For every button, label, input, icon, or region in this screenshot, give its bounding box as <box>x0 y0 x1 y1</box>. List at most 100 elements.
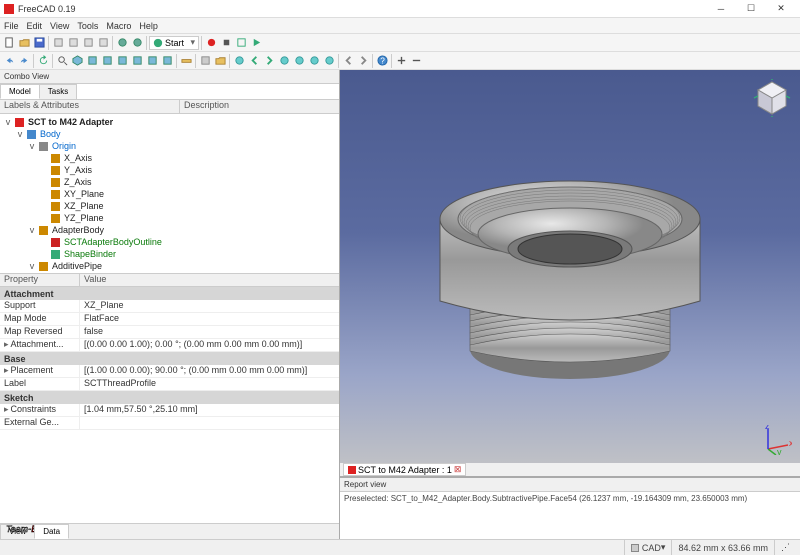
menu-file[interactable]: File <box>4 21 19 31</box>
view-iso-button[interactable] <box>70 54 84 68</box>
tb-f[interactable] <box>130 36 144 50</box>
measure-button[interactable] <box>179 54 193 68</box>
tree-node-shapebinder[interactable]: ShapeBinder <box>0 248 339 260</box>
prop-row-constraints[interactable]: ▸Constraints[1.04 mm,57.50 °,25.10 mm] <box>0 404 339 417</box>
macro-list-button[interactable] <box>234 36 248 50</box>
property-tabs: View Data <box>0 523 339 539</box>
menu-tools[interactable]: Tools <box>77 21 98 31</box>
tab-data[interactable]: Data <box>34 524 69 539</box>
3d-scene[interactable]: x y z <box>340 70 800 463</box>
viewport-tab-doc[interactable]: SCT to M42 Adapter : 1 ⊠ <box>343 463 466 476</box>
tree-col-desc: Description <box>180 100 339 113</box>
view-left-button[interactable] <box>160 54 174 68</box>
viewport-tab-label: SCT to M42 Adapter : 1 <box>358 465 452 475</box>
tab-model[interactable]: Model <box>0 84 40 99</box>
3d-viewport[interactable]: x y z SCT to M42 Adapter : 1 ⊠ <box>340 70 800 477</box>
prop-row-placement[interactable]: ▸Placement[(1.00 0.00 0.00); 90.00 °; (0… <box>0 365 339 378</box>
redo-button[interactable] <box>17 54 31 68</box>
new-doc-button[interactable] <box>2 36 16 50</box>
doc-icon <box>348 466 356 474</box>
nav-back-button[interactable] <box>247 54 261 68</box>
property-grid[interactable]: AttachmentSupportXZ_PlaneMap ModeFlatFac… <box>0 287 339 523</box>
nav-style[interactable]: CAD ▾ <box>624 540 672 555</box>
svg-text:z: z <box>765 425 770 431</box>
open-button[interactable] <box>17 36 31 50</box>
tree-node-additivepipe[interactable]: vAdditivePipe <box>0 260 339 272</box>
tb-b[interactable] <box>66 36 80 50</box>
prop-row-support[interactable]: SupportXZ_Plane <box>0 300 339 313</box>
view-top-button[interactable] <box>100 54 114 68</box>
close-button[interactable]: ✕ <box>766 0 796 18</box>
plus-button[interactable] <box>394 54 408 68</box>
group-button[interactable] <box>213 54 227 68</box>
svg-text:y: y <box>777 447 782 455</box>
macro-stop-button[interactable] <box>219 36 233 50</box>
prop-row-label[interactable]: LabelSCTThreadProfile <box>0 378 339 391</box>
prop-row-external-ge-[interactable]: External Ge... <box>0 417 339 430</box>
menu-macro[interactable]: Macro <box>106 21 131 31</box>
tree-node-xz-plane[interactable]: XZ_Plane <box>0 200 339 212</box>
tree-node-sctadapterbodyoutline[interactable]: SCTAdapterBodyOutline <box>0 236 339 248</box>
close-tab-icon[interactable]: ⊠ <box>454 464 462 475</box>
tree-node-sct-to-m42-adapter[interactable]: vSCT to M42 Adapter <box>0 116 339 128</box>
status-dimensions: 84.62 mm x 63.66 mm <box>671 540 774 555</box>
tree-node-yz-plane[interactable]: YZ_Plane <box>0 212 339 224</box>
menu-view[interactable]: View <box>50 21 69 31</box>
link-a-button[interactable] <box>277 54 291 68</box>
tree-node-y-axis[interactable]: Y_Axis <box>0 164 339 176</box>
prop-row-map-mode[interactable]: Map ModeFlatFace <box>0 313 339 326</box>
tb-a[interactable] <box>51 36 65 50</box>
tab-view[interactable]: View <box>0 524 35 539</box>
fit-all-button[interactable] <box>55 54 69 68</box>
svg-text:x: x <box>789 438 792 448</box>
view-bottom-button[interactable] <box>145 54 159 68</box>
prop-row-map-reversed[interactable]: Map Reversedfalse <box>0 326 339 339</box>
tree-header: Labels & Attributes Description <box>0 100 339 114</box>
sel-fwd-button[interactable] <box>356 54 370 68</box>
tb-d[interactable] <box>96 36 110 50</box>
report-view-content[interactable]: Preselected: SCT_to_M42_Adapter.Body.Sub… <box>340 492 800 539</box>
sel-back-button[interactable] <box>341 54 355 68</box>
prop-section-sketch: Sketch <box>0 391 339 404</box>
navigation-cube[interactable] <box>752 78 792 118</box>
tb-c[interactable] <box>81 36 95 50</box>
link-d-button[interactable] <box>322 54 336 68</box>
minus-button[interactable] <box>409 54 423 68</box>
refresh-button[interactable] <box>36 54 50 68</box>
workbench-label: Start <box>165 38 184 48</box>
macro-play-button[interactable] <box>249 36 263 50</box>
tb-e[interactable] <box>115 36 129 50</box>
tree-node-z-axis[interactable]: Z_Axis <box>0 176 339 188</box>
main-area: Combo View Model Tasks Labels & Attribut… <box>0 70 800 539</box>
start-icon <box>153 38 163 48</box>
tree-node-xy-plane[interactable]: XY_Plane <box>0 188 339 200</box>
model-tree[interactable]: vSCT to M42 AdaptervBodyvOriginX_AxisY_A… <box>0 114 339 274</box>
viewport-tabs: SCT to M42 Adapter : 1 ⊠ <box>340 463 800 477</box>
part-button[interactable] <box>198 54 212 68</box>
maximize-button[interactable]: ☐ <box>736 0 766 18</box>
workbench-selector[interactable]: Start ▾ <box>149 36 199 50</box>
view-rear-button[interactable] <box>130 54 144 68</box>
link-make-button[interactable] <box>232 54 246 68</box>
status-resize-grip[interactable]: ⋰ <box>774 540 796 555</box>
tree-node-x-axis[interactable]: X_Axis <box>0 152 339 164</box>
prop-row-attachment-[interactable]: ▸Attachment...[(0.00 0.00 1.00); 0.00 °;… <box>0 339 339 352</box>
tree-node-body[interactable]: vBody <box>0 128 339 140</box>
tab-tasks[interactable]: Tasks <box>39 84 77 99</box>
view-front-button[interactable] <box>85 54 99 68</box>
tree-node-adapterbody[interactable]: vAdapterBody <box>0 224 339 236</box>
menu-edit[interactable]: Edit <box>27 21 43 31</box>
tree-node-origin[interactable]: vOrigin <box>0 140 339 152</box>
link-b-button[interactable] <box>292 54 306 68</box>
link-c-button[interactable] <box>307 54 321 68</box>
app-icon <box>4 4 14 14</box>
whatsthis-button[interactable]: ? <box>375 54 389 68</box>
nav-fwd-button[interactable] <box>262 54 276 68</box>
save-button[interactable] <box>32 36 46 50</box>
menu-help[interactable]: Help <box>139 21 158 31</box>
prop-section-base: Base <box>0 352 339 365</box>
undo-button[interactable] <box>2 54 16 68</box>
macro-record-button[interactable] <box>204 36 218 50</box>
view-right-button[interactable] <box>115 54 129 68</box>
minimize-button[interactable]: ─ <box>706 0 736 18</box>
